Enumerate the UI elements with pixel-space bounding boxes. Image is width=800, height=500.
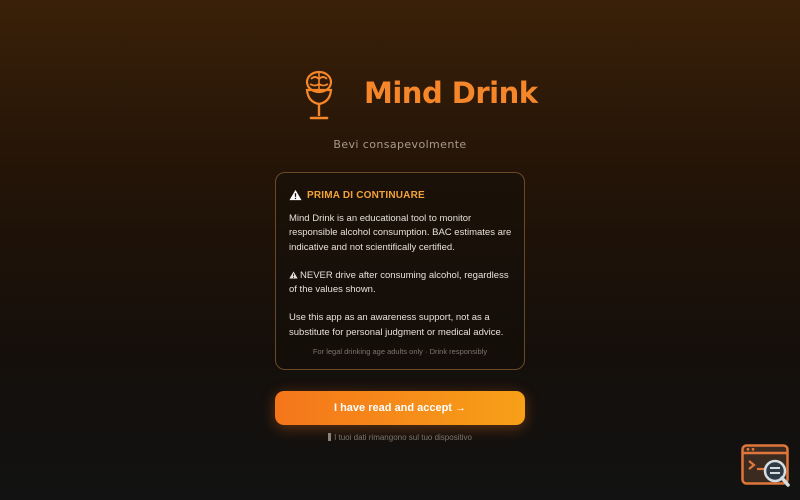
privacy-note-text: I tuoi dati rimangono sul tuo dispositiv… xyxy=(334,433,472,442)
disclaimer-paragraph-2-text: NEVER drive after consuming alcohol, reg… xyxy=(289,269,509,296)
disclaimer-footnote: For legal drinking age adults only · Dri… xyxy=(312,347,488,356)
disclaimer-paragraph-2: NEVER drive after consuming alcohol, reg… xyxy=(289,269,512,298)
tagline: Bevi consapevolmente xyxy=(333,138,467,151)
brain-wine-glass-icon xyxy=(305,70,333,120)
devtools-inspector-icon[interactable] xyxy=(741,444,791,488)
brand-header: Mind Drink xyxy=(0,66,800,126)
warning-icon xyxy=(289,189,302,201)
disclaimer-paragraph-3: Use this app as an awareness support, no… xyxy=(289,312,504,338)
lock-icon xyxy=(328,433,332,441)
warning-icon xyxy=(289,271,298,279)
disclaimer-card: PRIMA DI CONTINUARE Mind Drink is an edu… xyxy=(275,172,525,370)
disclaimer-header: PRIMA DI CONTINUARE xyxy=(289,188,512,202)
accept-button[interactable]: I have read and accept → xyxy=(275,391,525,425)
disclaimer-paragraph-1: Mind Drink is an educational tool to mon… xyxy=(289,213,512,253)
app-title: Mind Drink xyxy=(364,76,538,110)
privacy-note: I tuoi dati rimangono sul tuo dispositiv… xyxy=(0,433,800,442)
disclaimer-title: PRIMA DI CONTINUARE xyxy=(307,189,425,201)
